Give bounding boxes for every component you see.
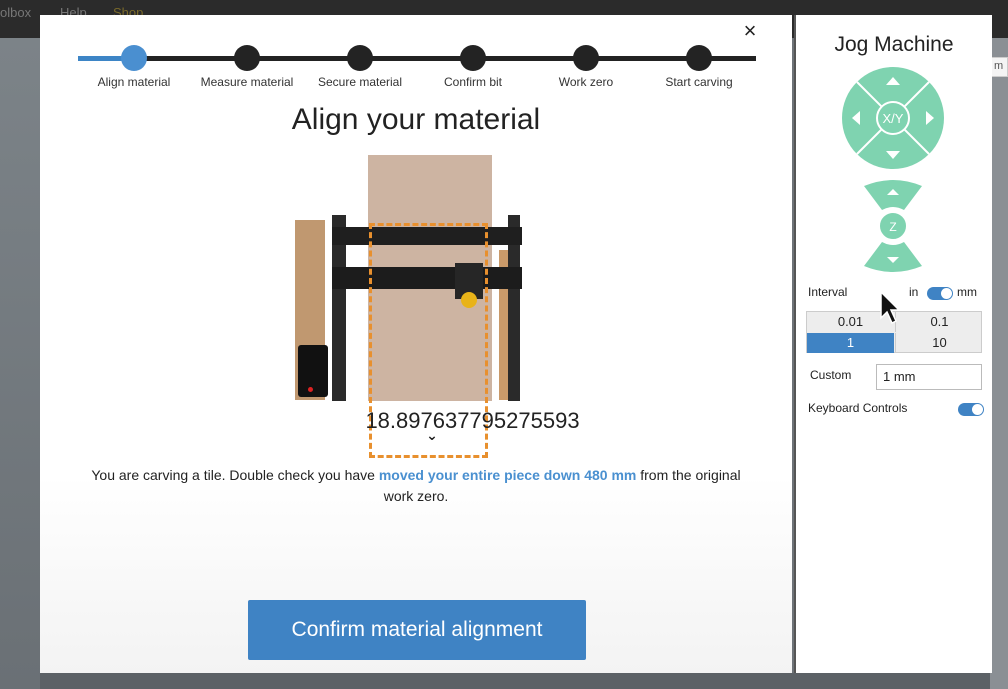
step-label-work-zero: Work zero	[558, 75, 614, 89]
xy-label: X/Y	[883, 111, 904, 126]
background-canvas	[0, 38, 40, 689]
step-label-secure-material: Secure material	[317, 75, 403, 89]
chevron-down-icon[interactable]: ⌄	[424, 427, 440, 443]
toggle-knob	[972, 404, 983, 415]
keyboard-controls-label: Keyboard Controls	[808, 401, 908, 415]
background-field: m	[991, 57, 1008, 77]
unit-mm-label: mm	[957, 285, 977, 299]
instruction-highlight: moved your entire piece down 480 mm	[378, 467, 637, 483]
custom-interval-input[interactable]: 1 mm	[876, 364, 982, 390]
unit-toggle[interactable]	[927, 287, 953, 300]
z-label: Z	[889, 220, 896, 234]
jog-machine-panel: Jog Machine X/Y Z Interval in mm 0.01 0.…	[794, 15, 992, 673]
interval-label: Interval	[808, 285, 848, 299]
mouse-cursor-icon	[880, 290, 901, 325]
z-jog-pad[interactable]: Z	[860, 180, 926, 272]
step-label-confirm-bit: Confirm bit	[443, 75, 502, 89]
custom-label: Custom	[810, 368, 852, 382]
progress-stepper: Align material Measure material Secure m…	[78, 45, 756, 95]
background-panel	[990, 38, 1008, 689]
instruction-text: You are carving a tile. Double check you…	[80, 465, 752, 507]
step-dot-start-carving[interactable]	[686, 45, 712, 71]
xy-jog-pad[interactable]: X/Y	[842, 67, 944, 169]
power-led-icon	[308, 387, 313, 392]
step-dot-measure-material[interactable]	[234, 45, 260, 71]
toggle-knob	[941, 288, 952, 299]
step-label-start-carving: Start carving	[665, 75, 733, 89]
interval-option-1[interactable]: 1	[807, 333, 894, 353]
background-floor	[40, 673, 990, 689]
step-label-measure-material: Measure material	[200, 75, 294, 89]
interval-option-0-1[interactable]: 0.1	[895, 312, 983, 332]
step-dot-align-material[interactable]	[121, 45, 147, 71]
step-dot-confirm-bit[interactable]	[460, 45, 486, 71]
menu-toolbox[interactable]: olbox	[0, 5, 31, 20]
interval-option-10[interactable]: 10	[895, 333, 983, 353]
close-button[interactable]: ×	[740, 20, 760, 42]
keyboard-controls-toggle[interactable]	[958, 403, 984, 416]
controller-box	[298, 345, 328, 397]
step-label-align-material: Align material	[97, 75, 171, 89]
step-dot-work-zero[interactable]	[573, 45, 599, 71]
jog-title: Jog Machine	[834, 33, 954, 56]
unit-in-label: in	[909, 285, 919, 299]
page-title: Align your material	[291, 103, 541, 136]
step-dot-secure-material[interactable]	[347, 45, 373, 71]
offset-measurement: 18.897637795275593	[365, 408, 580, 433]
instruction-prefix: You are carving a tile. Double check you…	[91, 467, 379, 483]
confirm-alignment-button[interactable]: Confirm material alignment	[248, 600, 586, 660]
stepper-track	[78, 56, 756, 61]
